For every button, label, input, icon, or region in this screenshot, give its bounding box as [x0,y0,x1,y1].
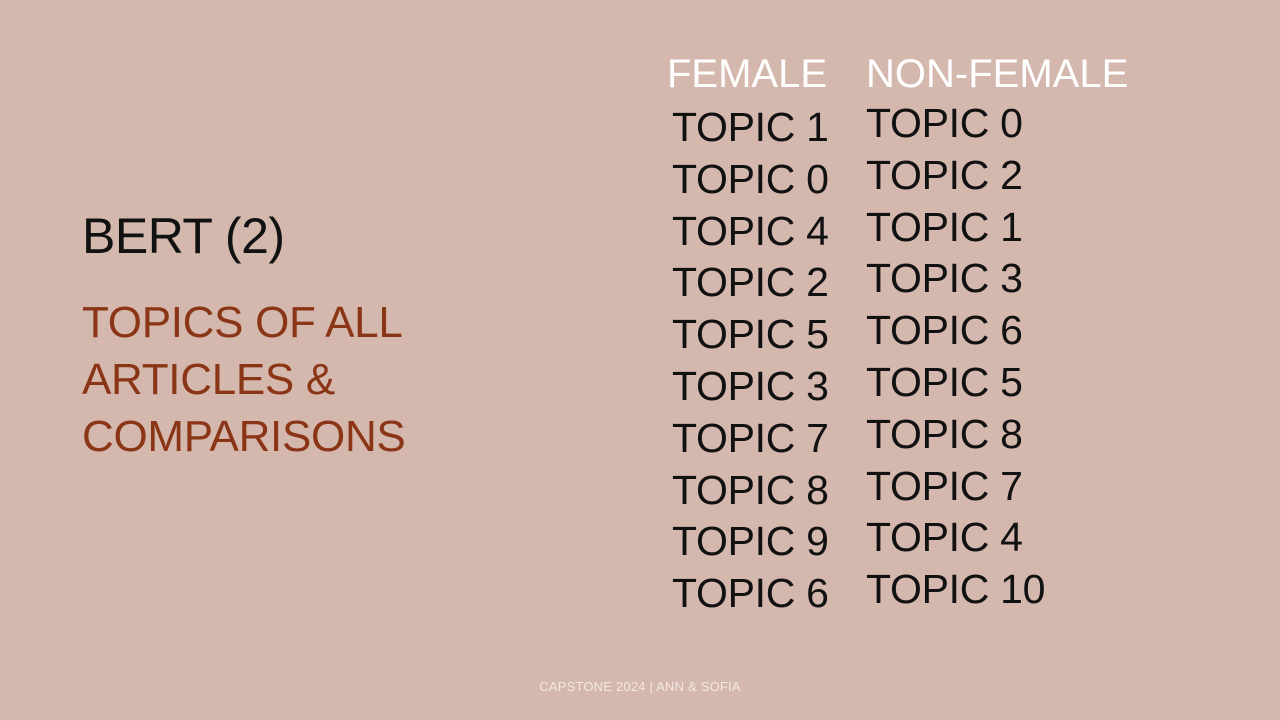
non-female-topic-item: TOPIC 10 [866,566,1046,613]
non-female-topic-item: TOPIC 6 [866,307,1023,354]
female-column-header: FEMALE [667,52,828,96]
slide-title: BERT (2) [82,208,285,264]
non-female-topic-item: TOPIC 8 [866,410,1023,457]
non-female-topic-item: TOPIC 3 [866,255,1023,302]
non-female-topic-list: TOPIC 0 TOPIC 2 TOPIC 1 TOPIC 3 TOPIC 6 … [866,98,1128,616]
slide: BERT (2) TOPICS OF ALL ARTICLES & COMPAR… [0,0,1280,720]
slide-subtitle: TOPICS OF ALL ARTICLES & COMPARISONS [82,294,462,465]
non-female-topic-item: TOPIC 5 [866,358,1023,405]
non-female-topic-item: TOPIC 2 [866,151,1023,198]
female-topic-item: TOPIC 4 [672,207,829,254]
slide-footer: CAPSTONE 2024 | ANN & SOFIA [539,679,741,694]
subtitle-line: TOPICS OF ALL [82,298,403,347]
female-topic-item: TOPIC 6 [672,570,829,617]
non-female-topic-item: TOPIC 1 [866,203,1023,250]
non-female-topic-item: TOPIC 7 [866,462,1023,509]
female-topic-list: TOPIC 1 TOPIC 0 TOPIC 4 TOPIC 2 TOPIC 5 … [667,102,829,620]
non-female-topic-item: TOPIC 0 [866,100,1023,146]
non-female-column-header: NON-FEMALE [866,52,1129,96]
non-female-column: NON-FEMALE TOPIC 0 TOPIC 2 TOPIC 1 TOPIC… [866,48,1128,616]
female-topic-item: TOPIC 1 [672,104,829,150]
female-topic-item: TOPIC 2 [672,259,829,306]
non-female-topic-item: TOPIC 4 [866,514,1023,561]
female-topic-item: TOPIC 8 [672,466,829,513]
subtitle-line: ARTICLES & [82,355,335,404]
female-topic-item: TOPIC 3 [672,362,829,409]
female-column: FEMALE TOPIC 1 TOPIC 0 TOPIC 4 TOPIC 2 T… [667,48,829,620]
female-topic-item: TOPIC 0 [672,155,829,202]
female-topic-item: TOPIC 7 [672,414,829,461]
female-topic-item: TOPIC 9 [672,518,829,565]
female-topic-item: TOPIC 5 [672,311,829,358]
subtitle-line: COMPARISONS [82,412,406,461]
